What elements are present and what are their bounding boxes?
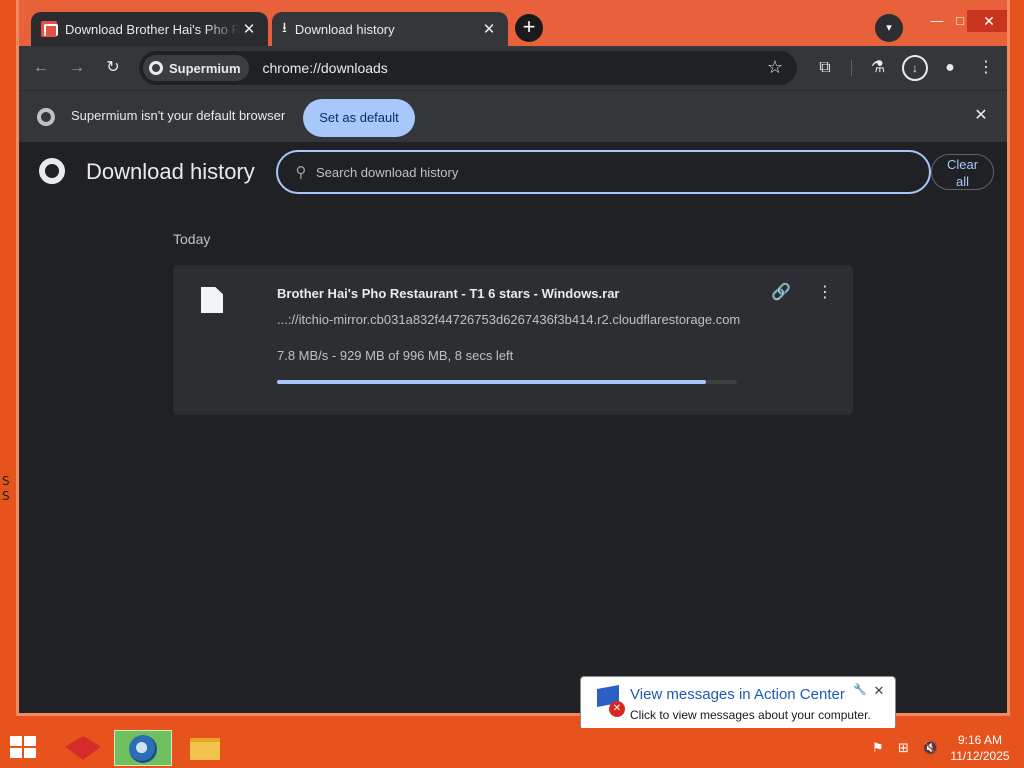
- profile-avatar-icon[interactable]: ●: [937, 55, 963, 81]
- site-chip-label: Supermium: [169, 60, 241, 76]
- site-info-chip[interactable]: Supermium: [143, 55, 249, 81]
- desktop-edge-text: S: [2, 474, 10, 488]
- download-item: Brother Hai's Pho Restaurant - T1 6 star…: [173, 265, 853, 415]
- new-tab-button[interactable]: +: [515, 14, 543, 42]
- downloads-toolbar-icon[interactable]: ↓: [902, 55, 928, 81]
- clock-date: 11/12/2025: [950, 749, 1010, 763]
- download-icon: ⭳: [282, 19, 287, 35]
- close-infobar-icon[interactable]: ✕: [971, 106, 991, 126]
- search-icon: ⚲: [295, 164, 307, 181]
- menu-kebab-icon[interactable]: ⋮: [973, 55, 999, 81]
- url-text[interactable]: chrome://downloads: [263, 60, 388, 76]
- source-url-link[interactable]: ...://itchio-mirror.cb031a832f44726753d6…: [277, 312, 740, 327]
- clock-time: 9:16 AM: [957, 733, 1003, 747]
- file-icon: [201, 287, 223, 313]
- extensions-puzzle-icon[interactable]: ⧉: [812, 55, 838, 81]
- date-section-label: Today: [173, 231, 211, 247]
- network-tray-icon[interactable]: ⊞: [898, 740, 909, 756]
- clear-all-button[interactable]: Clear all: [931, 154, 994, 190]
- taskbar: ⚑ ⊞ 🔇 9:16 AM 11/12/2025: [0, 728, 1024, 768]
- folder-icon: [190, 738, 220, 760]
- downloads-page: Download history ⚲ Clear all Today Broth…: [19, 142, 1007, 713]
- page-title: Download history: [86, 159, 255, 184]
- volume-muted-tray-icon[interactable]: 🔇: [922, 740, 938, 756]
- clear-all-label: all: [955, 174, 969, 189]
- supermium-logo-icon: [39, 158, 65, 184]
- bookmark-star-icon[interactable]: ☆: [767, 57, 783, 78]
- desktop-edge-text: S: [2, 489, 10, 503]
- download-status: 7.8 MB/s - 929 MB of 996 MB, 8 secs left: [277, 348, 514, 363]
- taskbar-app-itchio[interactable]: [56, 730, 110, 766]
- taskbar-clock[interactable]: 9:16 AM 11/12/2025: [944, 732, 1016, 764]
- notification-body: Click to view messages about your comput…: [630, 708, 871, 722]
- search-box[interactable]: ⚲: [276, 150, 931, 194]
- download-progress-fill: [277, 380, 707, 384]
- itchio-icon: [65, 736, 101, 760]
- browser-globe-icon: [129, 735, 157, 763]
- labs-flask-icon[interactable]: ⚗: [865, 55, 891, 81]
- taskbar-app-browser[interactable]: [114, 730, 172, 766]
- close-notification-icon[interactable]: ✕: [871, 683, 887, 699]
- back-button[interactable]: ←: [27, 54, 55, 82]
- infobar-message: Supermium isn't your default browser: [71, 108, 286, 123]
- address-bar[interactable]: Supermium chrome://downloads ☆: [139, 51, 797, 85]
- browser-toolbar: ← → ↻ Supermium chrome://downloads ☆ ⧉ ⚗…: [19, 46, 1007, 90]
- toolbar-divider: [851, 60, 852, 76]
- close-tab-icon[interactable]: ✕: [240, 20, 258, 38]
- taskbar-app-file-explorer[interactable]: [176, 730, 234, 766]
- tab-search-button[interactable]: ▾: [875, 14, 903, 42]
- forward-button[interactable]: →: [63, 54, 91, 82]
- start-button[interactable]: [10, 736, 38, 760]
- maximize-button[interactable]: □: [953, 10, 967, 32]
- supermium-logo-icon: [37, 108, 55, 126]
- minimize-button[interactable]: —: [925, 10, 949, 32]
- tab-download-history[interactable]: ⭳ Download history ✕: [272, 12, 508, 46]
- default-browser-infobar: Supermium isn't your default browser Set…: [19, 90, 1007, 142]
- clear-all-label: Clear: [946, 157, 979, 172]
- download-progress-bar: [277, 380, 737, 384]
- supermium-logo-icon: [149, 61, 163, 75]
- itchio-favicon-icon: [41, 21, 58, 37]
- tab-title: Download Brother Hai's Pho Re: [65, 21, 240, 37]
- notification-title[interactable]: View messages in Action Center: [630, 686, 845, 703]
- tab-brother-hai-download[interactable]: Download Brother Hai's Pho Re ✕: [31, 12, 268, 46]
- file-name-link[interactable]: Brother Hai's Pho Restaurant - T1 6 star…: [277, 286, 620, 301]
- search-input[interactable]: [316, 164, 876, 180]
- close-window-button[interactable]: ✕: [967, 10, 1007, 32]
- tab-strip: Download Brother Hai's Pho Re ✕ ⭳ Downlo…: [19, 0, 1007, 46]
- action-center-tray-icon[interactable]: ⚑: [872, 740, 884, 756]
- tab-title: Download history: [294, 21, 395, 37]
- copy-link-icon[interactable]: 🔗: [769, 281, 793, 305]
- reload-button[interactable]: ↻: [99, 54, 127, 82]
- more-actions-icon[interactable]: ⋮: [813, 281, 837, 305]
- pin-icon[interactable]: 🔧: [853, 683, 867, 697]
- set-as-default-button[interactable]: Set as default: [303, 99, 415, 137]
- browser-window: Download Brother Hai's Pho Re ✕ ⭳ Downlo…: [16, 0, 1010, 716]
- action-center-flag-icon: [593, 687, 625, 717]
- action-center-notification[interactable]: View messages in Action Center Click to …: [580, 676, 896, 743]
- close-tab-icon[interactable]: ✕: [480, 20, 498, 38]
